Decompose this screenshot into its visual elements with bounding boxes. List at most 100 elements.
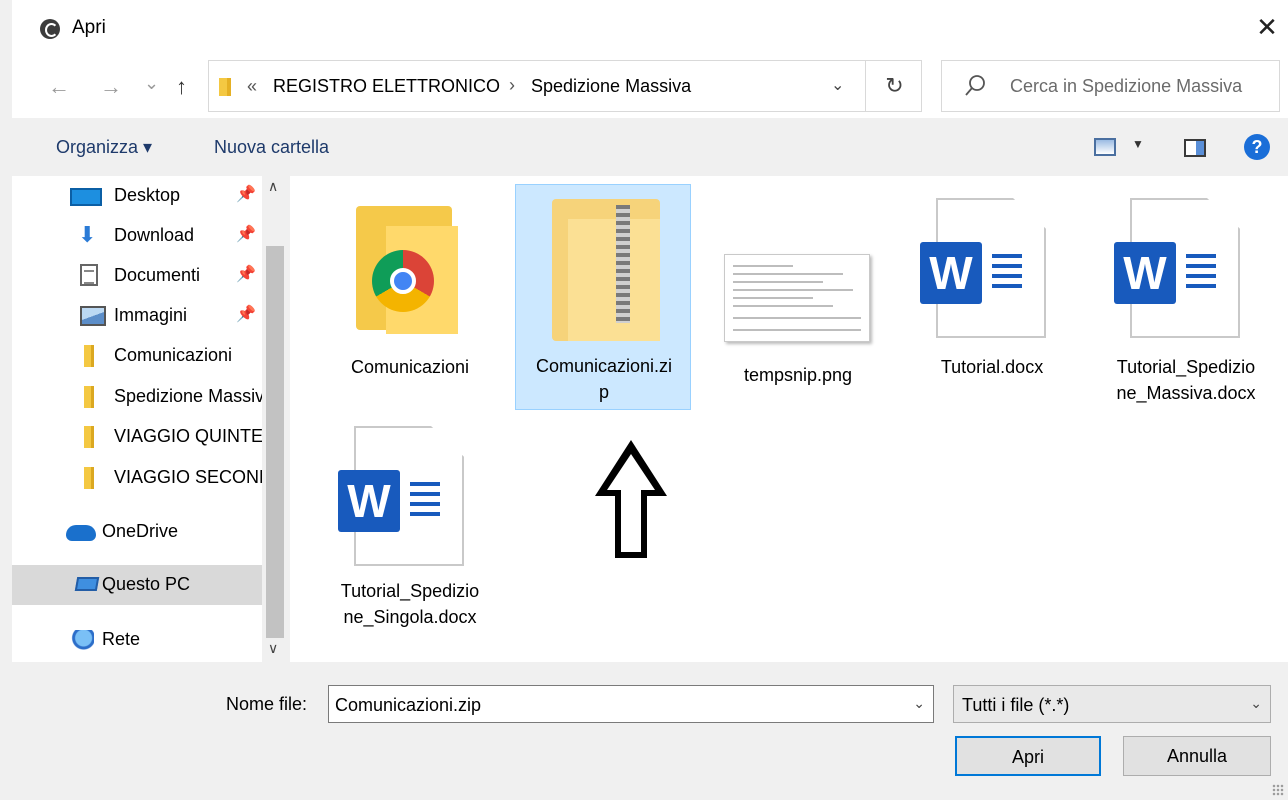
search-icon	[965, 75, 985, 96]
navigation-pane: Desktop 📌 ⬇ Download 📌 Documenti 📌 Immag…	[12, 176, 262, 662]
chevron-down-icon[interactable]: ⌄	[831, 75, 844, 95]
chevron-down-icon[interactable]: ⌄	[913, 695, 925, 712]
sidebar-item-viaggio-quinte[interactable]: VIAGGIO QUINTE	[12, 417, 262, 457]
file-item-tempsnip-png[interactable]: tempsnip.png	[710, 184, 886, 408]
file-item-tutorial-docx[interactable]: W Tutorial.docx	[904, 184, 1080, 408]
scroll-up-icon[interactable]: ∧	[268, 178, 278, 195]
folder-icon	[84, 467, 94, 489]
filename-field[interactable]: Comunicazioni.zip ⌄	[328, 685, 934, 723]
file-item-tutorial-spedizione-singola[interactable]: W Tutorial_Spedizio ne_Singola.docx	[322, 418, 498, 642]
pictures-icon	[80, 306, 106, 326]
sidebar-item-onedrive[interactable]: OneDrive	[12, 512, 262, 552]
sidebar-item-label: OneDrive	[102, 521, 179, 541]
folder-icon	[219, 78, 231, 96]
file-item-comunicazioni[interactable]: Comunicazioni	[322, 184, 498, 408]
scroll-down-icon[interactable]: ∨	[268, 640, 278, 657]
sidebar-item-download[interactable]: ⬇ Download 📌	[12, 216, 262, 256]
file-name-line2: ne_Massiva.docx	[1116, 383, 1256, 403]
sidebar-item-documenti[interactable]: Documenti 📌	[12, 256, 262, 296]
sidebar-item-label: Download	[114, 225, 195, 245]
sidebar-item-questo-pc[interactable]: Questo PC	[12, 565, 262, 605]
annotation-arrow-up-icon	[595, 440, 667, 558]
word-document-icon: W	[338, 426, 466, 568]
sidebar-item-spedizione-massiva[interactable]: Spedizione Massiva	[12, 377, 262, 417]
sidebar-item-label: Immagini	[114, 305, 188, 325]
open-file-dialog: Apri ✕ ← → ⌄ ↑ « REGISTRO ELETTRONICO › …	[0, 0, 1288, 800]
close-button[interactable]: ✕	[1252, 12, 1282, 42]
new-folder-button[interactable]: Nuova cartella	[214, 137, 329, 158]
filetype-select[interactable]: Tutti i file (*.*) ⌄	[953, 685, 1271, 723]
sidebar-item-label: Questo PC	[102, 574, 191, 594]
up-arrow-icon[interactable]: ↑	[176, 74, 187, 100]
folder-icon	[84, 386, 94, 408]
sidebar-scrollbar[interactable]: ∧ ∨	[262, 176, 288, 662]
search-input[interactable]: Cerca in Spedizione Massiva	[1010, 76, 1242, 97]
view-options-icon[interactable]	[1094, 138, 1116, 156]
recent-locations-icon[interactable]: ⌄	[144, 70, 159, 96]
file-name: Comunicazioni	[350, 357, 470, 377]
desktop-icon	[70, 188, 102, 206]
sidebar-item-label: Documenti	[114, 265, 201, 285]
preview-pane-icon[interactable]	[1184, 139, 1206, 157]
sidebar-item-label: Spedizione Massiva	[114, 386, 262, 406]
word-document-icon: W	[920, 198, 1048, 340]
cancel-button[interactable]: Annulla	[1123, 736, 1271, 776]
sidebar-item-label: VIAGGIO SECONDE	[114, 467, 262, 487]
file-list: Comunicazioni Comunicazioni.zi p tempsni…	[290, 176, 1288, 662]
forward-arrow-icon[interactable]: →	[100, 74, 122, 100]
folder-icon	[84, 426, 94, 448]
sidebar-item-label: VIAGGIO QUINTE	[114, 426, 262, 446]
search-box[interactable]: Cerca in Spedizione Massiva	[941, 60, 1280, 112]
file-name-line2: ne_Singola.docx	[343, 607, 477, 627]
pin-icon[interactable]: 📌	[236, 304, 256, 324]
onedrive-cloud-icon	[66, 525, 96, 541]
address-bar[interactable]: « REGISTRO ELETTRONICO › Spedizione Mass…	[208, 60, 922, 112]
window-title: Apri	[72, 17, 106, 38]
scrollbar-thumb[interactable]	[266, 246, 284, 638]
open-button[interactable]: Apri	[955, 736, 1101, 776]
pin-icon[interactable]: 📌	[236, 264, 256, 284]
sidebar-item-label: Comunicazioni	[114, 345, 233, 365]
folder-icon	[84, 345, 94, 367]
pin-icon[interactable]: 📌	[236, 184, 256, 204]
view-dropdown-icon[interactable]: ▼	[1132, 137, 1144, 151]
file-name: tempsnip.png	[743, 365, 853, 385]
computer-icon	[74, 577, 100, 591]
image-thumbnail	[724, 254, 870, 342]
title-bar: Apri ✕	[12, 0, 1288, 56]
chevron-down-icon[interactable]: ⌄	[1250, 695, 1262, 712]
zip-folder-icon	[548, 197, 664, 347]
sidebar-item-desktop[interactable]: Desktop 📌	[12, 176, 262, 216]
filename-value: Comunicazioni.zip	[335, 695, 482, 715]
pin-icon[interactable]: 📌	[236, 224, 256, 244]
breadcrumb-separator[interactable]: ›	[509, 75, 515, 96]
network-icon	[68, 630, 94, 650]
file-name-line1: Comunicazioni.zi	[535, 356, 673, 376]
organize-menu[interactable]: Organizza ▾	[56, 137, 152, 158]
file-item-tutorial-spedizione-massiva[interactable]: W Tutorial_Spedizio ne_Massiva.docx	[1098, 184, 1274, 408]
help-icon[interactable]: ?	[1244, 134, 1270, 160]
sidebar-item-label: Desktop	[114, 185, 181, 205]
filename-label: Nome file:	[226, 694, 308, 714]
breadcrumb-overflow[interactable]: «	[247, 76, 257, 97]
breadcrumb-spedizione[interactable]: Spedizione Massiva	[531, 76, 691, 97]
file-name-line1: Tutorial_Spedizio	[340, 581, 480, 601]
file-name-line2: p	[598, 382, 609, 402]
file-item-comunicazioni-zip[interactable]: Comunicazioni.zi p	[515, 184, 691, 410]
sidebar-item-viaggio-seconde[interactable]: VIAGGIO SECONDE	[12, 458, 262, 498]
sidebar-item-label: Rete	[102, 629, 141, 649]
resize-grip[interactable]	[1272, 784, 1284, 796]
documents-icon	[80, 264, 98, 286]
back-arrow-icon[interactable]: ←	[48, 74, 70, 100]
app-icon	[40, 19, 60, 39]
refresh-icon[interactable]: ↻	[865, 61, 923, 111]
sidebar-item-immagini[interactable]: Immagini 📌	[12, 296, 262, 336]
word-document-icon: W	[1114, 198, 1242, 340]
bottom-panel	[12, 662, 1288, 800]
sidebar-item-comunicazioni[interactable]: Comunicazioni	[12, 336, 262, 376]
sidebar-item-rete[interactable]: Rete	[12, 620, 262, 660]
chrome-folder-icon	[356, 198, 466, 348]
file-name-line1: Tutorial_Spedizio	[1116, 357, 1256, 377]
file-name: Tutorial.docx	[940, 357, 1044, 377]
breadcrumb-registro[interactable]: REGISTRO ELETTRONICO	[273, 76, 500, 97]
